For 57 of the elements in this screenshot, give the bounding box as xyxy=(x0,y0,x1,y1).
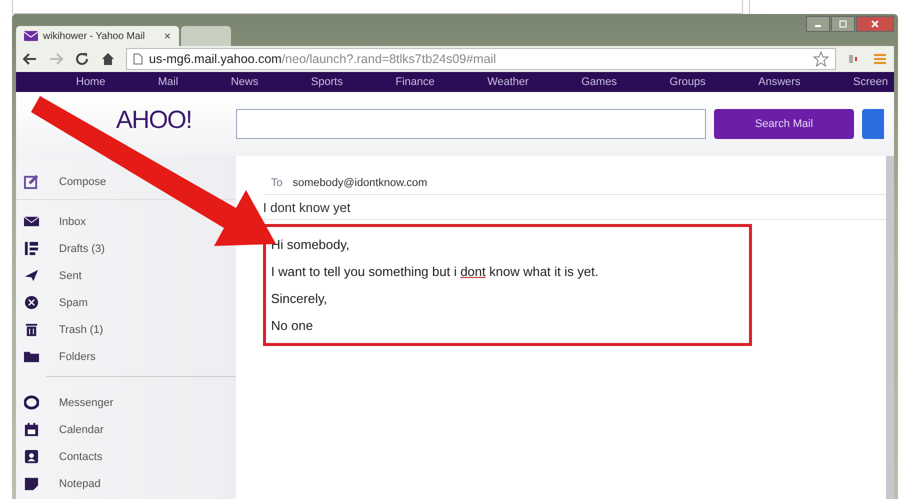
nav-link[interactable]: News xyxy=(230,76,258,88)
drafts-icon xyxy=(24,241,39,256)
star-icon[interactable] xyxy=(813,51,829,67)
to-label: To xyxy=(271,177,283,189)
reload-icon[interactable] xyxy=(74,51,90,67)
sidebar-item[interactable]: Inbox xyxy=(16,208,90,235)
nav-link[interactable]: Weather xyxy=(487,76,529,88)
sidebar-app-item[interactable]: Contacts xyxy=(16,443,106,470)
trash-icon xyxy=(24,322,39,337)
calendar-icon xyxy=(24,422,39,437)
to-field[interactable]: To somebody@idontknow.com xyxy=(263,172,886,195)
yahoo-logo: AHOO! xyxy=(115,106,193,134)
nav-link[interactable]: Games xyxy=(581,76,617,88)
sidebar-app-item[interactable]: Messenger xyxy=(16,389,118,416)
envelope-icon xyxy=(24,31,38,41)
sidebar-item[interactable]: Sent xyxy=(16,262,86,289)
sidebar-item[interactable]: Folders xyxy=(16,343,100,370)
close-icon xyxy=(870,19,880,29)
message-line: I want to tell you something but i dont know what it is yet. xyxy=(271,263,600,281)
contact-card-icon xyxy=(24,449,39,464)
note-icon xyxy=(24,476,39,491)
minimize-button[interactable] xyxy=(806,16,830,32)
close-tab-button[interactable]: × xyxy=(164,29,171,43)
close-button[interactable] xyxy=(856,16,894,32)
message-line: Sincerely, xyxy=(271,290,328,308)
sidebar-app-item[interactable]: Calendar xyxy=(16,416,108,443)
paper-plane-icon xyxy=(24,268,39,283)
nav-link[interactable]: Finance xyxy=(396,76,435,88)
sidebar-item[interactable]: Drafts (3) xyxy=(16,235,109,262)
maximize-icon xyxy=(838,19,848,29)
sidebar-item[interactable]: Spam xyxy=(16,289,92,316)
sidebar-item[interactable]: Trash (1) xyxy=(16,316,108,343)
folder-icon xyxy=(24,349,39,364)
nav-link[interactable]: Home xyxy=(76,76,106,88)
envelope-icon xyxy=(24,214,39,229)
home-icon[interactable] xyxy=(100,51,116,67)
nav-link[interactable]: Sports xyxy=(311,76,343,88)
menu-icon[interactable] xyxy=(872,51,888,67)
compose-icon xyxy=(24,174,39,189)
browser-tab[interactable]: wikihower - Yahoo Mail × xyxy=(16,26,179,46)
url-text: us-mg6.mail.yahoo.com/neo/launch?.rand=8tlks7tb24s09#mail xyxy=(149,52,498,66)
nav-link[interactable]: Screen xyxy=(853,76,888,88)
sidebar-app-item[interactable]: Notepad xyxy=(16,470,105,497)
search-mail-button[interactable]: Search Mail xyxy=(714,109,854,139)
page-icon xyxy=(133,53,143,65)
message-line: No one xyxy=(271,317,314,335)
sidebar-item[interactable]: Compose xyxy=(16,168,110,195)
nav-link[interactable]: Groups xyxy=(670,76,706,88)
recipient-address: somebody@idontknow.com xyxy=(292,177,428,189)
nav-link[interactable]: Mail xyxy=(158,76,178,88)
search-field[interactable] xyxy=(236,109,706,139)
back-icon[interactable] xyxy=(22,51,38,67)
scrollbar[interactable] xyxy=(886,156,894,499)
address-bar[interactable]: us-mg6.mail.yahoo.com/neo/launch?.rand=8tlks7tb24s09#mail xyxy=(126,48,836,70)
maximize-button[interactable] xyxy=(831,16,855,32)
nav-link[interactable]: Answers xyxy=(758,76,800,88)
subject-field[interactable]: I dont know yet xyxy=(263,195,886,220)
